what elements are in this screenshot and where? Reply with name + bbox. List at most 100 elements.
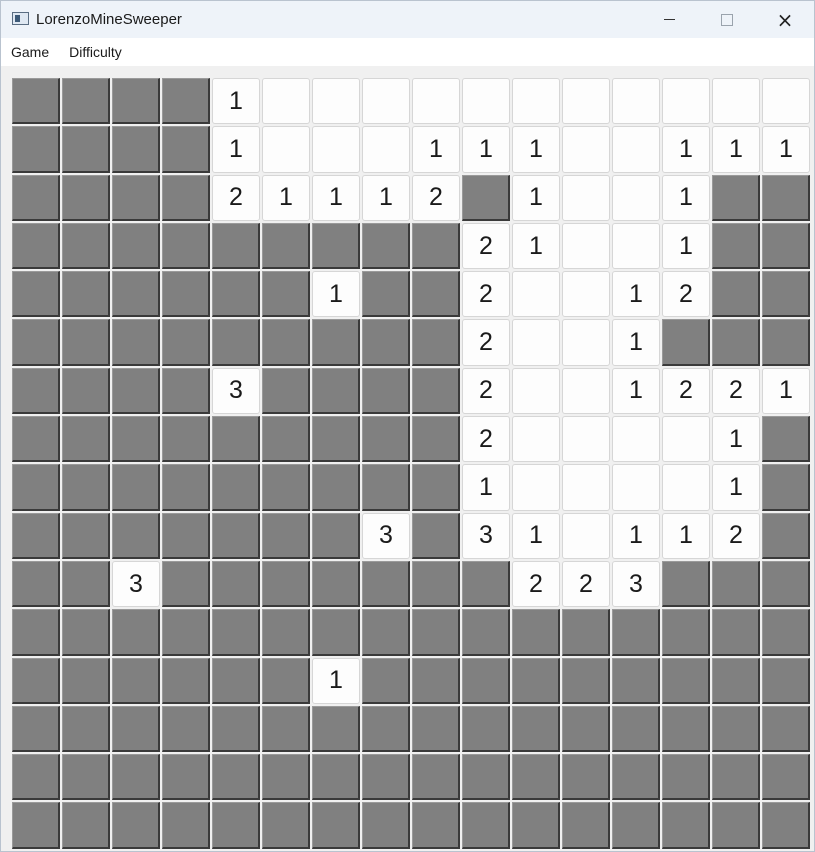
- revealed-empty-cell[interactable]: [762, 78, 810, 125]
- covered-cell[interactable]: [412, 319, 460, 366]
- covered-cell[interactable]: [762, 754, 810, 801]
- covered-cell[interactable]: [12, 222, 60, 270]
- covered-cell[interactable]: [162, 174, 210, 221]
- covered-cell[interactable]: [12, 271, 60, 318]
- covered-cell[interactable]: [262, 222, 310, 270]
- covered-cell[interactable]: [62, 271, 110, 318]
- revealed-number-cell[interactable]: 2: [662, 271, 710, 318]
- revealed-number-cell[interactable]: 2: [512, 560, 560, 608]
- covered-cell[interactable]: [762, 319, 810, 366]
- covered-cell[interactable]: [412, 222, 460, 270]
- revealed-empty-cell[interactable]: [562, 512, 610, 559]
- covered-cell[interactable]: [712, 222, 760, 270]
- menu-game[interactable]: Game: [1, 38, 59, 66]
- covered-cell[interactable]: [562, 705, 610, 753]
- revealed-number-cell[interactable]: 1: [662, 222, 710, 270]
- covered-cell[interactable]: [12, 126, 60, 173]
- revealed-empty-cell[interactable]: [562, 319, 610, 366]
- revealed-empty-cell[interactable]: [362, 78, 410, 125]
- covered-cell[interactable]: [262, 416, 310, 463]
- covered-cell[interactable]: [462, 560, 510, 608]
- revealed-number-cell[interactable]: 1: [212, 126, 260, 173]
- revealed-number-cell[interactable]: 3: [612, 560, 660, 608]
- covered-cell[interactable]: [312, 512, 360, 559]
- revealed-number-cell[interactable]: 1: [612, 367, 660, 415]
- covered-cell[interactable]: [762, 560, 810, 608]
- covered-cell[interactable]: [162, 560, 210, 608]
- covered-cell[interactable]: [612, 754, 660, 801]
- covered-cell[interactable]: [262, 802, 310, 849]
- covered-cell[interactable]: [12, 319, 60, 366]
- covered-cell[interactable]: [112, 319, 160, 366]
- covered-cell[interactable]: [362, 271, 410, 318]
- revealed-number-cell[interactable]: 2: [662, 367, 710, 415]
- covered-cell[interactable]: [412, 705, 460, 753]
- covered-cell[interactable]: [312, 319, 360, 366]
- revealed-number-cell[interactable]: 1: [462, 126, 510, 173]
- covered-cell[interactable]: [262, 512, 310, 559]
- covered-cell[interactable]: [12, 802, 60, 849]
- revealed-empty-cell[interactable]: [362, 126, 410, 173]
- covered-cell[interactable]: [462, 802, 510, 849]
- covered-cell[interactable]: [362, 319, 410, 366]
- revealed-number-cell[interactable]: 2: [712, 367, 760, 415]
- revealed-empty-cell[interactable]: [712, 78, 760, 125]
- covered-cell[interactable]: [162, 802, 210, 849]
- covered-cell[interactable]: [112, 222, 160, 270]
- covered-cell[interactable]: [112, 416, 160, 463]
- covered-cell[interactable]: [762, 222, 810, 270]
- covered-cell[interactable]: [112, 609, 160, 656]
- covered-cell[interactable]: [462, 754, 510, 801]
- revealed-number-cell[interactable]: 2: [462, 416, 510, 463]
- covered-cell[interactable]: [212, 319, 260, 366]
- revealed-number-cell[interactable]: 1: [512, 174, 560, 221]
- covered-cell[interactable]: [12, 657, 60, 704]
- covered-cell[interactable]: [362, 464, 410, 511]
- covered-cell[interactable]: [712, 802, 760, 849]
- covered-cell[interactable]: [362, 802, 410, 849]
- covered-cell[interactable]: [212, 705, 260, 753]
- covered-cell[interactable]: [412, 657, 460, 704]
- covered-cell[interactable]: [112, 754, 160, 801]
- revealed-empty-cell[interactable]: [512, 319, 560, 366]
- revealed-number-cell[interactable]: 1: [712, 126, 760, 173]
- covered-cell[interactable]: [362, 222, 410, 270]
- covered-cell[interactable]: [512, 705, 560, 753]
- covered-cell[interactable]: [312, 464, 360, 511]
- revealed-number-cell[interactable]: 1: [512, 126, 560, 173]
- revealed-empty-cell[interactable]: [662, 464, 710, 511]
- revealed-empty-cell[interactable]: [562, 367, 610, 415]
- covered-cell[interactable]: [512, 657, 560, 704]
- revealed-empty-cell[interactable]: [612, 126, 660, 173]
- covered-cell[interactable]: [12, 78, 60, 125]
- covered-cell[interactable]: [412, 367, 460, 415]
- covered-cell[interactable]: [62, 174, 110, 221]
- covered-cell[interactable]: [762, 802, 810, 849]
- covered-cell[interactable]: [412, 512, 460, 559]
- covered-cell[interactable]: [162, 754, 210, 801]
- covered-cell[interactable]: [212, 657, 260, 704]
- covered-cell[interactable]: [362, 416, 410, 463]
- revealed-empty-cell[interactable]: [562, 416, 610, 463]
- covered-cell[interactable]: [712, 560, 760, 608]
- covered-cell[interactable]: [762, 512, 810, 559]
- revealed-empty-cell[interactable]: [662, 78, 710, 125]
- revealed-number-cell[interactable]: 2: [462, 367, 510, 415]
- covered-cell[interactable]: [362, 560, 410, 608]
- revealed-number-cell[interactable]: 1: [262, 174, 310, 221]
- revealed-number-cell[interactable]: 2: [212, 174, 260, 221]
- revealed-number-cell[interactable]: 1: [662, 126, 710, 173]
- covered-cell[interactable]: [312, 416, 360, 463]
- covered-cell[interactable]: [62, 367, 110, 415]
- covered-cell[interactable]: [712, 271, 760, 318]
- menu-difficulty[interactable]: Difficulty: [59, 38, 132, 66]
- revealed-empty-cell[interactable]: [612, 416, 660, 463]
- covered-cell[interactable]: [562, 609, 610, 656]
- covered-cell[interactable]: [312, 222, 360, 270]
- covered-cell[interactable]: [12, 705, 60, 753]
- covered-cell[interactable]: [412, 464, 460, 511]
- revealed-number-cell[interactable]: 3: [112, 560, 160, 608]
- covered-cell[interactable]: [562, 802, 610, 849]
- covered-cell[interactable]: [112, 464, 160, 511]
- revealed-number-cell[interactable]: 2: [462, 319, 510, 366]
